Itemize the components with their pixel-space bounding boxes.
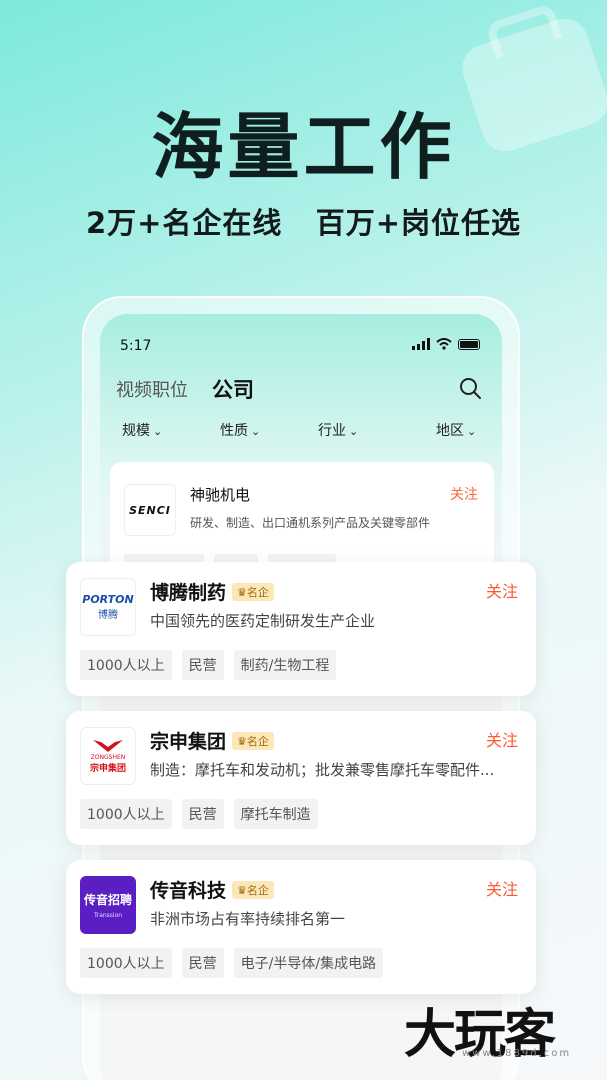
hero-subtitle: 2万+名企在线 百万+岗位任选 bbox=[85, 206, 522, 240]
tag-size: 1000人以上 bbox=[80, 948, 172, 978]
famous-company-badge: ♛名企 bbox=[232, 732, 274, 750]
wings-logo-icon bbox=[93, 740, 123, 752]
tag-size: 1000人以上 bbox=[80, 799, 172, 829]
tag-industry: 摩托车制造 bbox=[233, 799, 318, 829]
watermark: 大玩客 www.1889d.com bbox=[404, 992, 594, 1065]
company-name: 神驰机电 bbox=[190, 486, 251, 504]
chevron-down-icon: ⌄ bbox=[153, 425, 163, 438]
tag-size: 1000人以上 bbox=[80, 650, 172, 680]
company-desc: 中国领先的医药定制研发生产企业 bbox=[150, 612, 376, 630]
company-desc: 非洲市场占有率持续排名第一 bbox=[150, 910, 346, 928]
tag-list: 1000人以上 民营 摩托车制造 bbox=[80, 799, 318, 829]
follow-button[interactable]: 关注 bbox=[450, 484, 478, 504]
company-logo: 传音招聘 Transsion bbox=[80, 876, 136, 934]
company-card-transsion[interactable]: 传音招聘 Transsion 传音科技 ♛名企 非洲市场占有率持续排名第一 关注 … bbox=[66, 860, 536, 994]
follow-button[interactable]: 关注 bbox=[486, 876, 518, 900]
company-card-porton[interactable]: PORTON 博腾 博腾制药 ♛名企 中国领先的医药定制研发生产企业 关注 100… bbox=[66, 562, 536, 696]
status-icons bbox=[412, 338, 480, 350]
battery-icon bbox=[458, 338, 480, 350]
tab-video-jobs[interactable]: 视频职位 bbox=[116, 376, 188, 402]
crown-icon: ♛ bbox=[237, 735, 247, 748]
company-name: 传音科技 ♛名企 bbox=[150, 876, 274, 903]
hero-title: 海量工作 bbox=[151, 105, 456, 189]
company-logo: PORTON 博腾 bbox=[80, 578, 136, 636]
company-desc: 研发、制造、出口通机系列产品及关键零部件 bbox=[190, 516, 431, 530]
follow-button[interactable]: 关注 bbox=[486, 578, 518, 602]
wifi-icon bbox=[436, 338, 452, 350]
tag-ownership: 民营 bbox=[181, 799, 224, 829]
crown-icon: ♛ bbox=[237, 884, 247, 897]
filter-region[interactable]: 地区 ⌄ bbox=[436, 420, 476, 440]
chevron-down-icon: ⌄ bbox=[251, 425, 261, 438]
tag-ownership: 民营 bbox=[181, 650, 224, 680]
filter-scale[interactable]: 规模 ⌄ bbox=[122, 420, 162, 440]
company-logo: SENCI bbox=[124, 484, 176, 536]
company-name: 宗申集团 ♛名企 bbox=[150, 727, 274, 754]
filter-industry[interactable]: 行业 ⌄ bbox=[318, 420, 358, 440]
tab-company[interactable]: 公司 bbox=[212, 374, 254, 404]
famous-company-badge: ♛名企 bbox=[232, 583, 274, 601]
company-logo: ZONGSHEN 宗申集团 bbox=[80, 727, 136, 785]
search-icon[interactable] bbox=[458, 376, 482, 400]
status-time: 5:17 bbox=[120, 338, 152, 354]
watermark-url: www.1889d.com bbox=[462, 1048, 572, 1059]
filter-nature[interactable]: 性质 ⌄ bbox=[220, 420, 260, 440]
tag-ownership: 民营 bbox=[181, 948, 224, 978]
tag-industry: 电子/半导体/集成电路 bbox=[233, 948, 384, 978]
chevron-down-icon: ⌄ bbox=[467, 425, 477, 438]
crown-icon: ♛ bbox=[237, 586, 247, 599]
company-name: 博腾制药 ♛名企 bbox=[150, 578, 274, 605]
famous-company-badge: ♛名企 bbox=[232, 881, 274, 899]
company-desc: 制造：摩托车和发动机；批发兼零售摩托车零配件... bbox=[150, 761, 495, 779]
tag-list: 1000人以上 民营 制药/生物工程 bbox=[80, 650, 337, 680]
tag-industry: 制药/生物工程 bbox=[233, 650, 337, 680]
company-card-zongshen[interactable]: ZONGSHEN 宗申集团 宗申集团 ♛名企 制造：摩托车和发动机；批发兼零售摩托… bbox=[66, 711, 536, 845]
signal-icon bbox=[412, 338, 430, 350]
chevron-down-icon: ⌄ bbox=[349, 425, 359, 438]
tag-list: 1000人以上 民营 电子/半导体/集成电路 bbox=[80, 948, 384, 978]
follow-button[interactable]: 关注 bbox=[486, 727, 518, 751]
